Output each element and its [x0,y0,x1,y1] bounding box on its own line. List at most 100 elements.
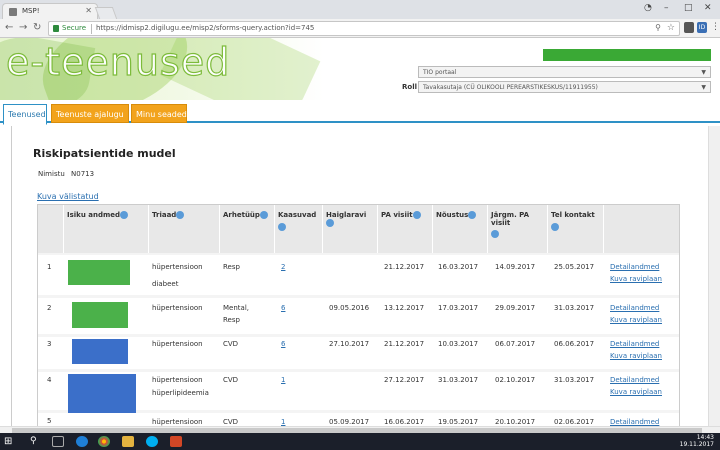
consult-value: 16.03.2017 [438,263,479,271]
skype-icon[interactable] [146,436,158,447]
edge-icon[interactable] [76,436,88,447]
search-icon[interactable]: ⚲ [30,436,37,446]
system-clock[interactable]: 14:43 19.11.2017 [680,434,714,448]
back-arrow-icon[interactable]: ← [5,22,13,33]
clock-date: 19.11.2017 [679,441,714,448]
table-row: 4 hüpertensioon hüperlipideemia CVD 1 27… [38,372,679,422]
archetype-value: Resp [223,316,240,324]
next-pa-value: 02.10.2017 [495,376,536,384]
zoom-icon[interactable]: ⚲ [655,23,661,32]
vertical-scrollbar[interactable] [708,126,720,435]
treatment-plan-link[interactable]: Kuva raviplaan [610,275,662,283]
address-bar[interactable]: Secure https://idmisp2.digilugu.ee/misp2… [48,21,680,36]
clock-time: 14:43 [696,434,714,441]
risk-patients-table: Isiku andmed Triaad Arhetüüp Kaasuvad Ha… [37,204,680,436]
next-pa-value: 14.09.2017 [495,263,536,271]
row-index: 3 [47,340,52,348]
details-link[interactable]: Detailandmed [610,418,659,426]
next-pa-value: 29.09.2017 [495,304,536,312]
help-icon[interactable] [120,211,129,219]
tab-services[interactable]: Teenused [3,104,47,125]
redacted-person-data [72,302,128,328]
redacted-person-data [72,339,128,364]
tab-settings[interactable]: Minu seaded [131,104,187,123]
address-separator [91,24,92,34]
close-tab-icon[interactable]: ✕ [85,6,92,15]
tel-contact-value: 06.06.2017 [554,340,595,348]
browser-menu-icon[interactable]: ⋮ [711,22,720,32]
comorbid-link[interactable]: 1 [281,418,285,426]
comorbid-link[interactable]: 6 [281,304,285,312]
windows-taskbar: ⊞ ⚲ 14:43 19.11.2017 [0,433,720,450]
windows-start-icon[interactable]: ⊞ [4,436,12,447]
comorbid-link[interactable]: 2 [281,263,285,271]
maximize-button[interactable]: □ [684,3,693,13]
details-link[interactable]: Detailandmed [610,376,659,384]
help-icon[interactable] [326,219,334,227]
main-tabs: Teenused Teenuste ajalugu Minu seaded [0,104,720,125]
portal-select-value: TIO portaal [423,69,457,76]
triad-value: hüpertensioon [152,263,203,271]
pa-visit-value: 13.12.2017 [384,304,425,312]
portal-select[interactable]: TIO portaal ▼ [418,66,711,78]
header-comorbid: Kaasuvad [275,205,323,253]
task-view-icon[interactable] [52,436,64,447]
tel-contact-value: 02.06.2017 [554,418,595,426]
treatment-plan-link[interactable]: Kuva raviplaan [610,352,662,360]
profile-icon[interactable]: ◔ [644,3,652,13]
id-card-extension-icon[interactable]: ID [697,22,707,33]
chrome-icon[interactable] [98,436,110,447]
reload-icon[interactable]: ↻ [33,22,41,33]
file-explorer-icon[interactable] [122,436,134,447]
details-link[interactable]: Detailandmed [610,304,659,312]
list-label: Nimistu [38,170,65,178]
secure-label: Secure [62,24,87,32]
powerpoint-icon[interactable] [170,436,182,447]
help-icon[interactable] [176,211,185,219]
comorbid-link[interactable]: 1 [281,376,285,384]
table-row: 3 hüpertensioon CVD 6 27.10.2017 21.12.2… [38,337,679,369]
header-hospital: Haiglaravi [323,205,378,253]
help-icon[interactable] [412,211,421,219]
role-select[interactable]: Tavakasutaja (CÜ OLIKOOLI PEREARSTIKESKU… [418,81,711,93]
comorbid-link[interactable]: 6 [281,340,285,348]
treatment-plan-link[interactable]: Kuva raviplaan [610,388,662,396]
extension-icon[interactable] [684,22,694,33]
header-actions [604,205,679,253]
triad-value: hüpertensioon [152,304,203,312]
minimize-button[interactable]: – [664,3,669,13]
table-row: 1 hüpertensioon diabeet Resp 2 21.12.201… [38,255,679,295]
pa-visit-value: 21.12.2017 [384,263,425,271]
hospital-value: 05.09.2017 [329,418,370,426]
treatment-plan-link[interactable]: Kuva raviplaan [610,316,662,324]
tel-contact-value: 31.03.2017 [554,376,595,384]
tab-history[interactable]: Teenuste ajalugu [51,104,129,123]
header-triad: Triaad [149,205,220,253]
header-index [38,205,64,253]
consult-value: 17.03.2017 [438,304,479,312]
view-excluded-link[interactable]: Kuva välistatud [37,192,99,201]
help-icon[interactable] [468,211,477,219]
chevron-down-icon: ▼ [701,69,706,76]
help-icon[interactable] [491,230,499,238]
row-index: 5 [47,417,52,425]
page-title: Riskipatsientide mudel [33,147,176,160]
new-tab-button[interactable] [94,7,118,19]
pa-visit-value: 16.06.2017 [384,418,425,426]
forward-arrow-icon[interactable]: → [19,22,27,33]
help-icon[interactable] [551,223,559,231]
browser-tab[interactable]: MSP! ✕ [2,3,98,19]
help-icon[interactable] [278,223,286,231]
header-tel-contact: Tel kontakt [548,205,604,253]
bookmark-star-icon[interactable]: ☆ [667,23,675,33]
hospital-value: 27.10.2017 [329,340,370,348]
help-icon[interactable] [259,211,268,219]
next-pa-value: 20.10.2017 [495,418,536,426]
details-link[interactable]: Detailandmed [610,263,659,271]
header-consult: Nõustus [433,205,488,253]
redacted-person-data [68,260,130,285]
url-text[interactable]: https://idmisp2.digilugu.ee/misp2/sforms… [96,24,314,32]
details-link[interactable]: Detailandmed [610,340,659,348]
close-window-button[interactable]: ✕ [704,3,712,13]
consult-value: 19.05.2017 [438,418,479,426]
